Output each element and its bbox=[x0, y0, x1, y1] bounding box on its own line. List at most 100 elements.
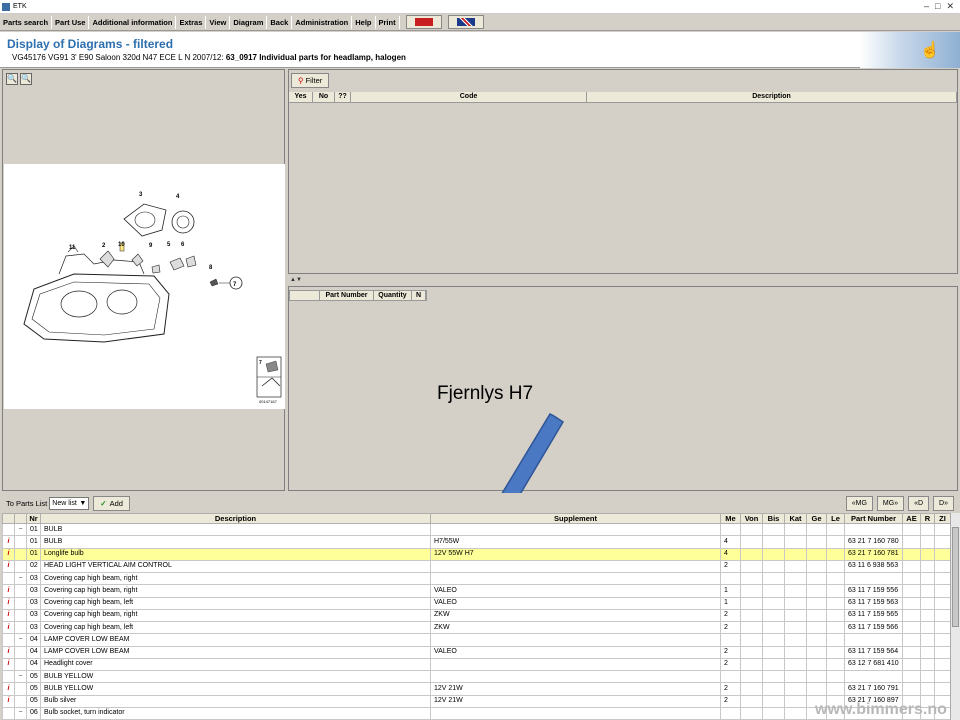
checkmark-icon: ✓ bbox=[100, 498, 107, 508]
table-row[interactable]: i 01 BULB H7/55W 4 63 21 7 160 780 bbox=[2, 535, 951, 549]
column-part-number[interactable]: Part Number bbox=[320, 291, 374, 300]
table-row[interactable]: i 04 LAMP COVER LOW BEAM VALEO 2 63 11 7 159 … bbox=[2, 645, 951, 659]
menu-view[interactable]: View bbox=[206, 15, 229, 30]
column-code[interactable]: Code bbox=[351, 92, 587, 102]
language-red-button[interactable] bbox=[405, 15, 442, 29]
diagram-pane: 🔍 🔍 3 4 11 2 10 9 5 6 8 7 7 00147167 bbox=[2, 69, 285, 491]
info-icon[interactable]: i bbox=[2, 596, 15, 610]
parts-diagram[interactable]: 3 4 11 2 10 9 5 6 8 7 7 00147167 bbox=[4, 164, 285, 409]
info-icon[interactable]: i bbox=[2, 657, 15, 672]
info-icon[interactable]: i bbox=[2, 547, 15, 561]
table-row[interactable]: i 01 Longlife bulb 12V 55W H7 4 63 21 7 160 7… bbox=[2, 547, 951, 561]
table-row[interactable]: i 03 Covering cap high beam, left VALEO 1 63 … bbox=[2, 596, 951, 610]
header-le[interactable]: Le bbox=[826, 513, 845, 524]
table-row[interactable]: −06 Bulb socket, turn indicator bbox=[2, 706, 951, 720]
collapse-icon[interactable]: − bbox=[14, 633, 27, 647]
info-icon[interactable]: i bbox=[2, 645, 15, 659]
table-row[interactable]: i 03 Covering cap high beam, right VALEO 1 63… bbox=[2, 584, 951, 598]
table-row[interactable]: i 03 Covering cap high beam, left ZKW 2 63 11… bbox=[2, 620, 951, 635]
header-ae[interactable]: AE bbox=[902, 513, 921, 524]
column-n[interactable]: N bbox=[412, 291, 426, 300]
cell-zi bbox=[934, 547, 951, 561]
table-row[interactable]: −03 Covering cap high beam, right bbox=[2, 571, 951, 586]
column-quantity[interactable]: Quantity bbox=[374, 291, 412, 300]
header-description[interactable]: Description bbox=[40, 513, 431, 524]
menu-administration[interactable]: Administration bbox=[292, 15, 351, 30]
column-no[interactable]: No bbox=[313, 92, 335, 102]
table-row[interactable]: i 05 Bulb silver 12V 21W 2 63 21 7 160 897 bbox=[2, 694, 951, 708]
close-icon[interactable]: ✕ bbox=[946, 1, 954, 12]
table-row[interactable]: −04 LAMP COVER LOW BEAM bbox=[2, 633, 951, 647]
menu-help[interactable]: Help bbox=[352, 15, 374, 30]
info-icon[interactable]: i bbox=[2, 682, 15, 696]
header-nr[interactable]: Nr bbox=[26, 513, 41, 524]
info-icon[interactable]: i bbox=[2, 559, 15, 574]
vertical-scrollbar[interactable] bbox=[950, 513, 960, 720]
cell-von bbox=[740, 547, 763, 561]
next-mg-button[interactable]: MG» bbox=[876, 495, 905, 511]
column-unknown[interactable]: ?? bbox=[335, 92, 351, 102]
filter-button[interactable]: ⚲ Filter bbox=[291, 73, 330, 88]
column-yes[interactable]: Yes bbox=[289, 92, 313, 102]
next-d-button[interactable]: D» bbox=[933, 495, 954, 511]
zoom-in-button[interactable]: 🔍 bbox=[6, 73, 18, 85]
header-me[interactable]: Me bbox=[720, 513, 741, 524]
cell-ge bbox=[806, 559, 827, 574]
header-ge[interactable]: Ge bbox=[806, 513, 827, 524]
collapse-icon[interactable]: − bbox=[14, 706, 27, 720]
pane-splitter[interactable]: ▲▼ bbox=[288, 274, 958, 286]
inset-label: 7 bbox=[259, 360, 262, 366]
menu-parts-search[interactable]: Parts search bbox=[0, 15, 51, 30]
cell-ae bbox=[902, 645, 921, 659]
table-row[interactable]: −01 BULB bbox=[2, 522, 951, 537]
info-icon[interactable]: i bbox=[2, 535, 15, 549]
language-uk-button[interactable] bbox=[447, 15, 484, 29]
cell-ge bbox=[806, 657, 827, 672]
header-kat[interactable]: Kat bbox=[784, 513, 807, 524]
menu-part-use[interactable]: Part Use bbox=[52, 15, 88, 30]
info-icon[interactable]: i bbox=[2, 584, 15, 598]
menu-diagram[interactable]: Diagram bbox=[230, 15, 266, 30]
menu-additional-information[interactable]: Additional information bbox=[89, 15, 175, 30]
add-button[interactable]: ✓ Add bbox=[93, 495, 130, 511]
cell-ae bbox=[902, 657, 921, 672]
cell-ge bbox=[806, 535, 827, 549]
header-zi[interactable]: ZI bbox=[934, 513, 951, 524]
scrollbar-thumb[interactable] bbox=[952, 527, 959, 627]
header-part-number[interactable]: Part Number bbox=[844, 513, 903, 524]
cell-r bbox=[920, 608, 935, 623]
collapse-icon[interactable]: − bbox=[14, 571, 27, 586]
header-supplement[interactable]: Supplement bbox=[430, 513, 721, 524]
table-row[interactable]: −05 BULB YELLOW bbox=[2, 669, 951, 684]
cell-part-number: 63 11 6 938 563 bbox=[844, 559, 903, 574]
info-icon[interactable]: i bbox=[2, 694, 15, 708]
menu-back[interactable]: Back bbox=[267, 15, 291, 30]
cell-nr: 05 bbox=[26, 694, 41, 708]
maximize-icon[interactable]: □ bbox=[935, 1, 940, 12]
cell-supplement bbox=[430, 559, 721, 574]
table-row[interactable]: i 04 Headlight cover 2 63 12 7 681 410 bbox=[2, 657, 951, 672]
zoom-out-button[interactable]: 🔍 bbox=[20, 73, 32, 85]
minimize-icon[interactable]: – bbox=[924, 1, 929, 12]
table-row[interactable]: i 03 Covering cap high beam, right ZKW 2 63 1… bbox=[2, 608, 951, 623]
info-icon[interactable]: i bbox=[2, 620, 15, 635]
table-row[interactable]: i 02 HEAD LIGHT VERTICAL AIM CONTROL 2 63 11… bbox=[2, 559, 951, 574]
prev-d-button[interactable]: «D bbox=[908, 495, 930, 511]
collapse-icon[interactable]: − bbox=[14, 522, 27, 537]
menu-extras[interactable]: Extras bbox=[176, 15, 205, 30]
header-bis[interactable]: Bis bbox=[762, 513, 785, 524]
header-von[interactable]: Von bbox=[740, 513, 763, 524]
table-row[interactable]: i 05 BULB YELLOW 12V 21W 2 63 21 7 160 791 bbox=[2, 682, 951, 696]
column-description[interactable]: Description bbox=[587, 92, 957, 102]
menu-print[interactable]: Print bbox=[376, 15, 399, 30]
collapse-icon[interactable]: − bbox=[14, 669, 27, 684]
cell-me: 1 bbox=[720, 584, 741, 598]
cell-supplement bbox=[430, 706, 721, 720]
prev-mg-button[interactable]: «MG bbox=[845, 495, 873, 511]
cell-description: BULB YELLOW bbox=[40, 682, 431, 696]
info-icon[interactable]: i bbox=[2, 608, 15, 623]
cell-me bbox=[720, 571, 741, 586]
header-r[interactable]: R bbox=[920, 513, 935, 524]
parts-list-select[interactable]: New list ▼ bbox=[49, 496, 90, 510]
cell-r bbox=[920, 535, 935, 549]
